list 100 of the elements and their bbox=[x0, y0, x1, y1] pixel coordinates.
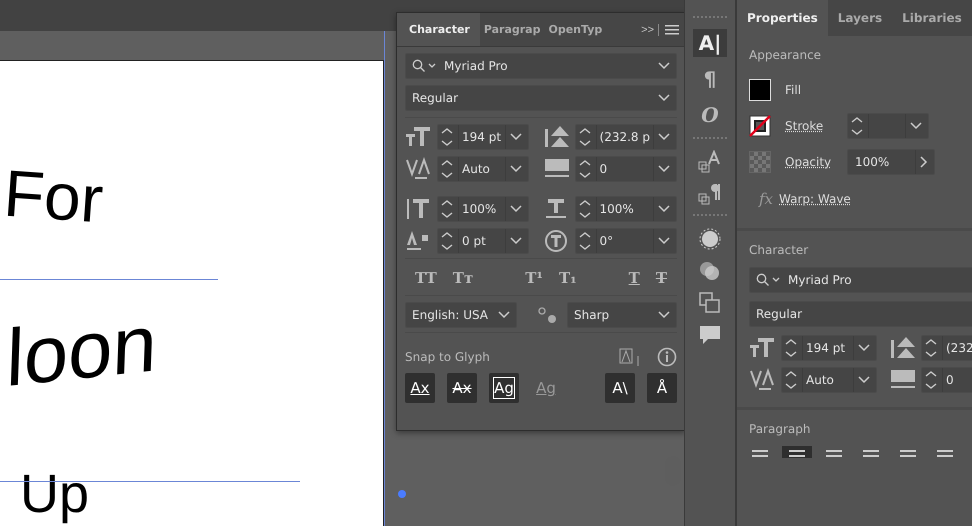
type-style-button[interactable]: T¹ bbox=[519, 267, 549, 289]
paragraph-styles-icon[interactable] bbox=[697, 182, 723, 206]
type-style-button[interactable]: TT bbox=[409, 267, 443, 289]
chevron-right-icon bbox=[920, 156, 928, 168]
snap-option-button[interactable]: Å bbox=[647, 373, 677, 403]
field-value: 100% bbox=[596, 197, 654, 221]
dock-panel-button[interactable]: O bbox=[693, 101, 727, 129]
value-spinner[interactable]: 194 pt bbox=[781, 335, 877, 361]
up-down-arrows-icon bbox=[440, 126, 454, 148]
font-family-value: Myriad Pro bbox=[444, 59, 509, 73]
panel-tab[interactable]: Properties bbox=[737, 0, 828, 36]
chevron-down-icon bbox=[658, 62, 670, 70]
comment-icon[interactable] bbox=[697, 323, 723, 347]
info-icon[interactable] bbox=[657, 347, 677, 367]
font-family-dropdown[interactable]: Myriad Pro bbox=[749, 267, 972, 293]
chevron-down-icon bbox=[658, 311, 670, 319]
up-down-arrows-icon bbox=[440, 198, 454, 220]
field-value: Auto bbox=[802, 368, 854, 392]
font-style-value: Regular bbox=[756, 307, 804, 321]
field-value: 0 bbox=[596, 157, 654, 181]
anchor-point-handle[interactable] bbox=[398, 490, 406, 498]
stroke-none-swatch[interactable] bbox=[749, 115, 771, 137]
up-down-arrows-icon bbox=[784, 337, 798, 359]
circle-icon[interactable] bbox=[697, 227, 723, 251]
font-family-dropdown[interactable]: Myriad Pro bbox=[405, 53, 677, 79]
value-spinner[interactable]: 194 pt bbox=[437, 124, 529, 150]
up-down-arrows-icon bbox=[784, 369, 798, 391]
value-spinner[interactable]: (232 bbox=[921, 335, 972, 361]
anti-aliasing-dropdown[interactable]: Sharp bbox=[567, 302, 677, 328]
type-style-button[interactable]: T₁ bbox=[552, 267, 583, 289]
up-down-arrows-icon bbox=[924, 337, 938, 359]
leading-icon bbox=[542, 125, 571, 149]
panel-tab[interactable]: Character bbox=[397, 13, 480, 46]
opacity-field[interactable]: 100% bbox=[847, 149, 935, 175]
chevron-down-icon bbox=[510, 237, 522, 245]
menu-icon[interactable] bbox=[665, 24, 679, 36]
opacity-swatch bbox=[749, 151, 771, 173]
up-down-arrows-icon bbox=[578, 126, 592, 148]
opacity-link[interactable]: Opacity bbox=[785, 155, 833, 169]
snap-option-button[interactable]: Ax bbox=[447, 373, 477, 403]
chevron-down-icon bbox=[658, 94, 670, 102]
value-spinner[interactable]: (232.8 p bbox=[574, 124, 677, 150]
font-size-icon bbox=[749, 336, 777, 360]
warped-text: Up bbox=[20, 467, 90, 521]
up-down-arrows-icon bbox=[578, 198, 592, 220]
field-value: (232 bbox=[942, 336, 972, 360]
effect-link[interactable]: Warp: Wave bbox=[779, 192, 851, 206]
artboards-icon[interactable] bbox=[697, 291, 723, 315]
fill-swatch[interactable] bbox=[749, 79, 771, 101]
field-value: 0 pt bbox=[458, 229, 506, 253]
chevron-down-icon bbox=[658, 165, 670, 173]
stroke-link[interactable]: Stroke bbox=[785, 119, 833, 133]
dock-panel-button[interactable]: A| bbox=[693, 29, 727, 57]
warped-text: For bbox=[2, 160, 106, 232]
up-down-arrows-icon bbox=[924, 369, 938, 391]
font-style-value: Regular bbox=[412, 91, 460, 105]
value-spinner[interactable]: 100% bbox=[437, 196, 529, 222]
dock-panel-button[interactable]: ¶ bbox=[693, 65, 727, 93]
field-value: 194 pt bbox=[458, 125, 506, 149]
chevron-down-icon bbox=[498, 311, 510, 319]
value-spinner[interactable]: Auto bbox=[781, 367, 877, 393]
anti-aliasing-value: Sharp bbox=[574, 308, 610, 322]
stroke-weight-spinner[interactable] bbox=[847, 113, 929, 139]
up-down-arrows-icon bbox=[578, 230, 592, 252]
type-style-button[interactable]: T bbox=[650, 267, 673, 289]
snap-option-button[interactable]: Ax bbox=[405, 373, 435, 403]
field-value: 0° bbox=[596, 229, 654, 253]
chevron-down-icon bbox=[910, 122, 922, 130]
up-down-arrows-icon bbox=[440, 158, 454, 180]
value-spinner[interactable]: 0 pt bbox=[437, 228, 529, 254]
kerning-icon bbox=[749, 368, 777, 392]
value-spinner[interactable]: 0 bbox=[574, 156, 677, 182]
character-styles-icon[interactable] bbox=[697, 150, 723, 174]
type-style-button[interactable]: T bbox=[622, 267, 646, 289]
chevron-down-icon bbox=[858, 376, 870, 384]
align-icon[interactable] bbox=[782, 446, 812, 458]
field-value: 0 bbox=[942, 368, 972, 392]
section-title: Paragraph bbox=[749, 422, 812, 436]
fill-label: Fill bbox=[785, 83, 802, 97]
up-down-arrows-icon bbox=[850, 115, 864, 137]
type-style-button[interactable]: Tт bbox=[446, 267, 480, 289]
warped-text: loon bbox=[5, 302, 158, 400]
chevron-down-icon bbox=[858, 344, 870, 352]
font-family-value: Myriad Pro bbox=[788, 273, 853, 287]
language-dropdown[interactable]: English: USA bbox=[405, 302, 517, 328]
snap-option-button[interactable]: A\ bbox=[605, 373, 635, 403]
chevron-down-icon bbox=[510, 133, 522, 141]
font-style-dropdown[interactable]: Regular bbox=[405, 85, 677, 111]
field-value: Auto bbox=[458, 157, 506, 181]
font-style-dropdown[interactable]: Regular bbox=[749, 301, 972, 327]
chevron-down-icon bbox=[658, 205, 670, 213]
snap-option-button[interactable]: Ag bbox=[489, 373, 519, 403]
glyph-bounds-icon[interactable] bbox=[619, 347, 641, 367]
anti-aliasing-icon bbox=[537, 305, 559, 325]
value-spinner[interactable]: 0 bbox=[921, 367, 972, 393]
language-value: English: USA bbox=[412, 308, 490, 322]
value-spinner[interactable]: 0° bbox=[574, 228, 677, 254]
overflow-button[interactable]: >> bbox=[637, 24, 659, 36]
value-spinner[interactable]: 100% bbox=[574, 196, 677, 222]
value-spinner[interactable]: Auto bbox=[437, 156, 529, 182]
